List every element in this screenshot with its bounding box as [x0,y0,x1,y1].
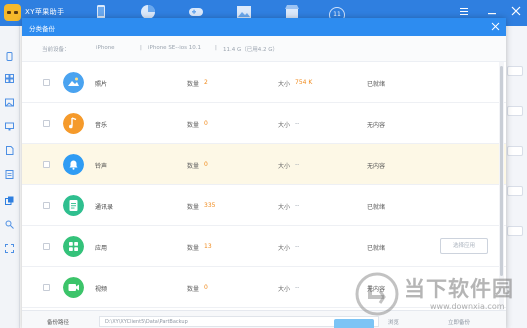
rail-monitor-icon[interactable] [5,122,14,131]
rail-backup-icon[interactable] [5,196,14,205]
music-icon [63,113,84,134]
right-mini-button [507,226,523,236]
right-mini-button [507,106,523,116]
select-checkbox[interactable] [43,243,50,250]
status-text: 无内容 [367,163,386,170]
size-value: -- [295,284,300,291]
video-icon [63,277,84,298]
rail-tools-icon[interactable] [5,220,14,229]
rail-doc-icon[interactable] [5,170,14,179]
list-item-music[interactable]: 音乐 数量 0 大小 -- 无内容 [22,103,506,144]
select-checkbox[interactable] [43,284,50,291]
status-text: 已就绪 [367,245,386,252]
device-label: 当前设备： [42,47,70,53]
select-checkbox[interactable] [43,202,50,209]
dialog-title: 分类备份 [29,25,55,33]
category-name: 音乐 [95,122,108,129]
count-label: 数量 [187,204,200,211]
device-version: iPhone SE--ios 10.1 [148,45,202,51]
select-checkbox[interactable] [43,161,50,168]
watermark-logo [355,272,399,316]
list-item-contacts[interactable]: 通讯录 数量 335 大小 -- 已就绪 [22,185,506,226]
dialog-footer: 备份路径 D:\XY\XYClient5\Data\PartBackup 浏览 … [22,310,506,328]
count-value: 13 [204,243,212,250]
select-checkbox[interactable] [43,120,50,127]
size-value: -- [295,243,300,250]
rail-file-icon[interactable] [5,146,14,155]
photo-icon [63,72,84,93]
minimize-icon[interactable] [487,6,497,16]
select-apps-button[interactable]: 选择应用 [440,238,488,254]
category-name: 通讯录 [95,204,114,211]
left-rail [0,26,20,328]
backup-path-label: 备份路径 [47,320,70,326]
rail-scan-icon[interactable] [5,244,14,253]
count-label: 数量 [187,163,200,170]
category-name: 照片 [95,81,108,88]
app-logo [4,4,21,21]
rail-phone-icon[interactable] [5,52,14,61]
size-value: -- [295,202,300,209]
right-mini-button [507,146,523,156]
right-mini-button [507,66,523,76]
count-label: 数量 [187,81,200,88]
device-info-bar: 当前设备： iPhone | iPhone SE--ios 10.1 | 11.… [22,36,506,62]
separator: | [215,45,217,51]
category-name: 视频 [95,286,108,293]
count-label: 数量 [187,122,200,129]
list-item-apps[interactable]: 应用 数量 13 大小 -- 已就绪 选择应用 [22,226,506,267]
apps-icon [63,236,84,257]
status-text: 已就绪 [367,204,386,211]
category-name: 应用 [95,245,108,252]
size-label: 大小 [278,204,291,211]
rail-grid-icon[interactable] [5,74,14,83]
size-value: 754 K [295,79,313,86]
scrollbar-thumb[interactable] [500,66,503,276]
device-model: iPhone [96,45,115,51]
device-storage: 11.4 G（已用4.2 G） [223,47,279,53]
list-item-photos[interactable]: 照片 数量 2 大小 754 K 已就绪 [22,62,506,103]
menu-icon[interactable] [459,6,469,16]
size-value: -- [295,120,300,127]
size-label: 大小 [278,122,291,129]
select-checkbox[interactable] [43,79,50,86]
close-window-icon[interactable] [511,6,521,16]
size-label: 大小 [278,81,291,88]
list-item-ringtones[interactable]: 铃声 数量 0 大小 -- 无内容 [22,144,506,185]
size-label: 大小 [278,245,291,252]
count-value: 0 [204,120,208,127]
size-value: -- [295,161,300,168]
start-backup-button[interactable]: 立即备份 [448,318,470,326]
watermark-text: 当下软件园 [404,277,514,301]
browse-button[interactable]: 浏览 [388,318,399,326]
contacts-icon [63,195,84,216]
count-label: 数量 [187,286,200,293]
count-value: 0 [204,161,208,168]
watermark-url: www.downxia.com [430,302,505,311]
count-value: 0 [204,284,208,291]
primary-action-button[interactable] [334,319,374,328]
dialog-header: 分类备份 [22,18,506,36]
bell-icon [63,154,84,175]
right-mini-button [507,186,523,196]
rail-image-icon[interactable] [5,98,14,107]
count-label: 数量 [187,245,200,252]
app-title: XY苹果助手 [25,8,65,16]
count-value: 335 [204,202,216,209]
close-icon[interactable] [491,22,500,31]
count-value: 2 [204,79,208,86]
status-text: 已就绪 [367,81,386,88]
separator: | [140,45,142,51]
size-label: 大小 [278,163,291,170]
category-name: 铃声 [95,163,108,170]
size-label: 大小 [278,286,291,293]
status-text: 无内容 [367,122,386,129]
